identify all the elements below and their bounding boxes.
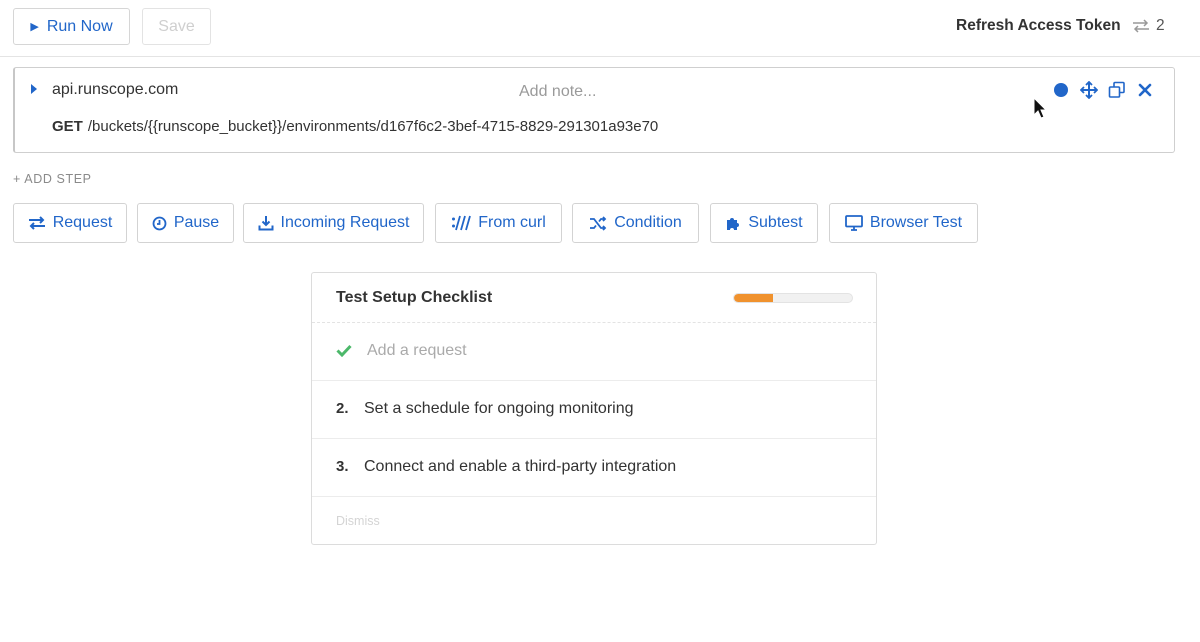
- checkmark-icon: [336, 344, 352, 357]
- add-condition-label: Condition: [614, 214, 682, 231]
- progress-fill: [734, 294, 773, 302]
- add-pause-label: Pause: [173, 214, 220, 231]
- add-subtest-label: Subtest: [748, 214, 803, 231]
- checklist-item-text: Add a request: [367, 342, 467, 359]
- request-method: GET: [52, 118, 83, 135]
- step-count-value: 2: [1156, 17, 1165, 34]
- run-now-label: Run Now: [46, 17, 113, 35]
- dismiss-link[interactable]: Dismiss: [336, 514, 380, 528]
- swap-arrows-icon: [28, 216, 45, 230]
- download-icon: [258, 216, 274, 231]
- move-icon[interactable]: [1080, 81, 1098, 99]
- checklist-header: Test Setup Checklist: [312, 273, 876, 323]
- expand-caret-icon[interactable]: [31, 84, 37, 94]
- status-dot-icon[interactable]: [1052, 81, 1070, 99]
- add-browser-test-label: Browser Test: [869, 214, 963, 231]
- monitor-icon: [845, 215, 863, 231]
- clock-icon: [152, 216, 167, 230]
- checklist-item-number: 2.: [336, 400, 349, 417]
- checklist-item-text: Connect and enable a third-party integra…: [364, 458, 677, 475]
- duplicate-icon[interactable]: [1108, 81, 1126, 99]
- add-request-label: Request: [52, 214, 113, 231]
- shuffle-icon: [590, 215, 607, 231]
- curl-icon: [452, 215, 472, 231]
- run-now-button[interactable]: ▶ Run Now: [13, 8, 130, 45]
- checklist-item-add-request[interactable]: Add a request: [312, 323, 876, 381]
- step-count[interactable]: 2: [1132, 17, 1165, 35]
- add-note-field[interactable]: Add note...: [519, 83, 596, 101]
- add-pause-button[interactable]: Pause: [137, 203, 234, 243]
- request-step[interactable]: api.runscope.com Add note... GET/buckets…: [13, 67, 1175, 153]
- checklist-title: Test Setup Checklist: [336, 289, 493, 306]
- mouse-cursor-icon: [1033, 97, 1047, 119]
- checklist-item-number: 3.: [336, 458, 349, 475]
- from-curl-label: From curl: [478, 214, 546, 231]
- add-incoming-request-label: Incoming Request: [280, 214, 410, 231]
- top-toolbar: ▶ Run Now Save Refresh Access Token 2: [0, 0, 1200, 57]
- add-browser-test-button[interactable]: Browser Test: [829, 203, 978, 243]
- puzzle-icon: [727, 218, 740, 230]
- add-incoming-request-button[interactable]: Incoming Request: [243, 203, 424, 243]
- swap-arrows-icon: [1133, 19, 1149, 33]
- add-subtest-button[interactable]: Subtest: [710, 203, 818, 243]
- step-actions: [1052, 81, 1164, 99]
- add-request-button[interactable]: Request: [13, 203, 127, 243]
- checklist-item-schedule[interactable]: 2. Set a schedule for ongoing monitoring: [312, 381, 876, 439]
- request-host: api.runscope.com: [52, 81, 179, 98]
- test-setup-checklist: Test Setup Checklist Add a request 2. Se…: [311, 272, 877, 545]
- checklist-item-text: Set a schedule for ongoing monitoring: [364, 400, 634, 417]
- play-icon: ▶: [30, 21, 39, 33]
- request-line: GET/buckets/{{runscope_bucket}}/environm…: [52, 118, 658, 135]
- save-button[interactable]: Save: [142, 8, 211, 45]
- test-title: Refresh Access Token: [956, 17, 1121, 34]
- from-curl-button[interactable]: From curl: [435, 203, 562, 243]
- checklist-progress-bar: [733, 293, 853, 303]
- checklist-item-integration[interactable]: 3. Connect and enable a third-party inte…: [312, 439, 876, 497]
- add-step-label[interactable]: + ADD STEP: [13, 172, 92, 186]
- delete-icon[interactable]: [1136, 81, 1154, 99]
- add-condition-button[interactable]: Condition: [572, 203, 699, 243]
- request-path: /buckets/{{runscope_bucket}}/environment…: [87, 118, 659, 135]
